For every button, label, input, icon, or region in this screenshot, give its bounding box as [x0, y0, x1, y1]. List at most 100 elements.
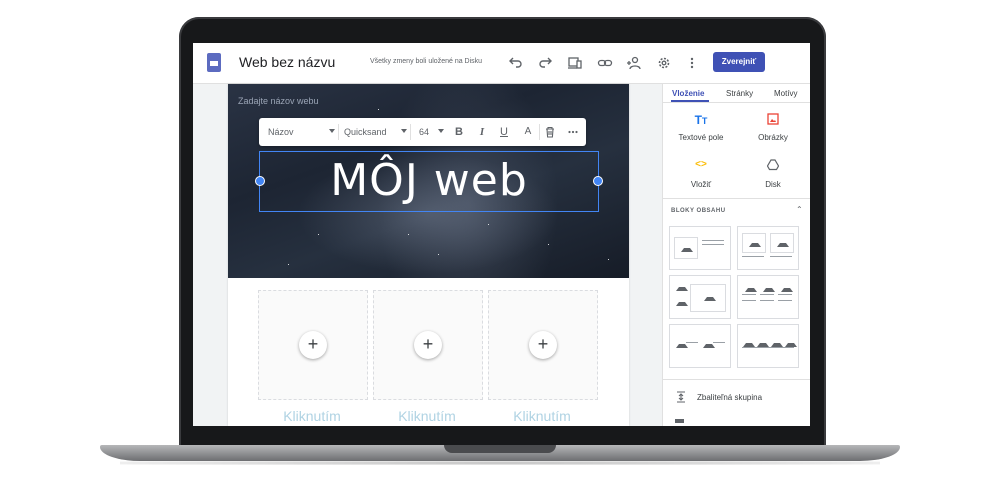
block-line [742, 347, 794, 348]
chevron-down-icon [401, 129, 407, 133]
delete-icon[interactable] [543, 125, 557, 139]
block-line [742, 256, 764, 257]
hero-title[interactable]: MÔJ web [260, 155, 598, 206]
add-person-icon[interactable] [626, 55, 642, 71]
app-bar: Web bez názvu Všetky zmeny boli uložené … [193, 43, 810, 84]
block-line [742, 294, 756, 295]
chevron-down-icon [438, 129, 444, 133]
style-select[interactable]: Názov [268, 127, 294, 137]
block-line [778, 294, 792, 295]
block-image-icon [749, 239, 761, 247]
underline-icon[interactable]: U [497, 125, 511, 139]
formatting-toolbar: Názov Quicksand 64 B I U A [259, 118, 586, 146]
block-image-icon [785, 339, 797, 347]
undo-icon[interactable] [507, 55, 523, 71]
star [318, 234, 319, 235]
content-block-layout[interactable] [737, 226, 799, 270]
block-image-icon [771, 339, 783, 347]
block-line [702, 240, 724, 241]
font-size-select[interactable]: 64 [419, 127, 429, 137]
add-icon[interactable]: + [529, 331, 557, 359]
resize-handle-right[interactable] [593, 176, 603, 186]
tab-insert[interactable]: Vloženie [672, 89, 704, 98]
star [378, 109, 379, 110]
font-select[interactable]: Quicksand [344, 127, 387, 137]
star [438, 254, 439, 255]
add-icon[interactable]: + [414, 331, 442, 359]
image-icon[interactable] [753, 113, 793, 128]
block-line [686, 342, 698, 343]
block-line [770, 256, 792, 257]
insert-embed[interactable]: Vložiť [666, 180, 736, 189]
italic-icon[interactable]: I [475, 125, 489, 139]
tab-themes[interactable]: Motívy [774, 89, 798, 98]
content-block-layout[interactable] [669, 324, 731, 368]
content-block-layout[interactable] [737, 324, 799, 368]
chevron-up-icon[interactable]: ⌃ [796, 205, 803, 214]
site-page: Zadajte názov webu MÔJ web Názov Quicksa… [228, 84, 629, 426]
content-block-layout[interactable] [669, 275, 731, 319]
star [488, 224, 489, 225]
next-panel-item[interactable] [675, 419, 684, 423]
title-text-box[interactable]: MÔJ web [255, 151, 603, 212]
block-image-icon [704, 293, 716, 301]
more-vert-icon[interactable] [684, 55, 700, 71]
add-icon[interactable]: + [299, 331, 327, 359]
embed-icon[interactable]: <> [681, 159, 721, 170]
collapsible-group-icon[interactable] [675, 391, 687, 406]
site-name-input[interactable]: Zadajte názov webu [238, 96, 319, 106]
block-line [713, 342, 725, 343]
laptop-shadow [120, 461, 880, 465]
insert-text-box[interactable]: Textové pole [666, 133, 736, 142]
save-status: Všetky zmeny boli uložené na Disku [370, 58, 483, 65]
placeholder-caption[interactable]: Kliknutím [373, 408, 481, 424]
block-line [702, 244, 724, 245]
block-line [760, 294, 774, 295]
image-placeholder[interactable]: + [373, 290, 483, 400]
block-line [742, 300, 756, 301]
block-image-icon [676, 298, 688, 306]
image-placeholder[interactable]: + [258, 290, 368, 400]
redo-icon[interactable] [537, 55, 553, 71]
side-panel: Vloženie Stránky Motívy TT Textové pole … [662, 84, 810, 426]
star [548, 244, 549, 245]
divider [338, 124, 339, 140]
block-image-icon [743, 339, 755, 347]
tab-pages[interactable]: Stránky [726, 89, 753, 98]
resize-handle-left[interactable] [255, 176, 265, 186]
chevron-down-icon [329, 129, 335, 133]
text-color-icon[interactable]: A [521, 125, 535, 139]
gear-icon[interactable] [656, 55, 672, 71]
content-block-layout[interactable] [737, 275, 799, 319]
divider [663, 102, 810, 103]
insert-images[interactable]: Obrázky [738, 133, 808, 142]
laptop-screen: Web bez názvu Všetky zmeny boli uložené … [193, 43, 810, 426]
star [608, 259, 609, 260]
laptop-notch [444, 445, 556, 453]
link-icon[interactable] [597, 55, 613, 71]
sites-logo-icon[interactable] [207, 53, 221, 72]
block-image-icon [745, 284, 757, 292]
divider [410, 124, 411, 140]
divider [539, 124, 540, 140]
text-box-icon[interactable]: TT [681, 113, 721, 127]
block-image-icon [781, 284, 793, 292]
block-image-icon [763, 284, 775, 292]
block-line [760, 300, 774, 301]
preview-icon[interactable] [567, 55, 583, 71]
block-image-icon [676, 283, 688, 291]
image-placeholder[interactable]: + [488, 290, 598, 400]
star [288, 264, 289, 265]
collapsible-group-item[interactable]: Zbaliteľná skupina [697, 393, 762, 402]
insert-drive[interactable]: Disk [738, 180, 808, 189]
content-block-layout[interactable] [669, 226, 731, 270]
drive-icon[interactable] [753, 159, 793, 174]
publish-button[interactable]: Zverejniť [713, 52, 765, 72]
divider [663, 379, 810, 380]
placeholder-caption[interactable]: Kliknutím [488, 408, 596, 424]
block-image-icon [777, 239, 789, 247]
more-icon[interactable] [566, 125, 580, 139]
bold-icon[interactable]: B [452, 125, 466, 139]
document-title[interactable]: Web bez názvu [239, 54, 335, 70]
placeholder-caption[interactable]: Kliknutím [258, 408, 366, 424]
